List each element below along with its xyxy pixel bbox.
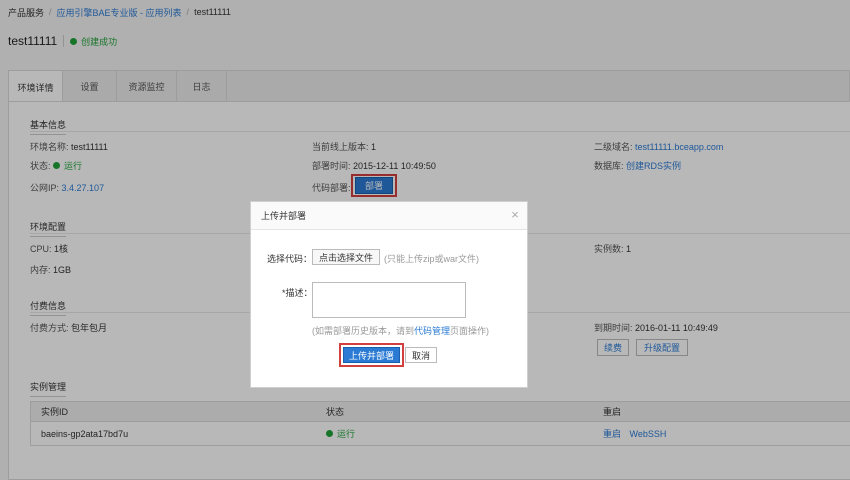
code-management-link[interactable]: 代码管理 <box>414 326 450 336</box>
upload-deploy-dialog: 上传并部署 × 选择代码： 点击选择文件 (只能上传zip或war文件) *描述… <box>250 201 528 388</box>
highlight-box <box>339 343 404 367</box>
description-label: *描述： <box>282 288 313 298</box>
choose-file-button[interactable]: 点击选择文件 <box>312 249 380 265</box>
history-hint: (如需部署历史版本，请到代码管理页面操作) <box>312 324 489 337</box>
close-icon[interactable]: × <box>509 208 521 221</box>
dialog-title: 上传并部署 <box>251 202 527 230</box>
file-hint: (只能上传zip或war文件) <box>384 254 480 264</box>
description-textarea[interactable] <box>312 282 466 318</box>
cancel-button[interactable]: 取消 <box>405 347 437 363</box>
code-label: 选择代码： <box>267 254 313 264</box>
history-hint-prefix: (如需部署历史版本，请到 <box>312 326 414 336</box>
history-hint-suffix: 页面操作) <box>450 326 490 336</box>
